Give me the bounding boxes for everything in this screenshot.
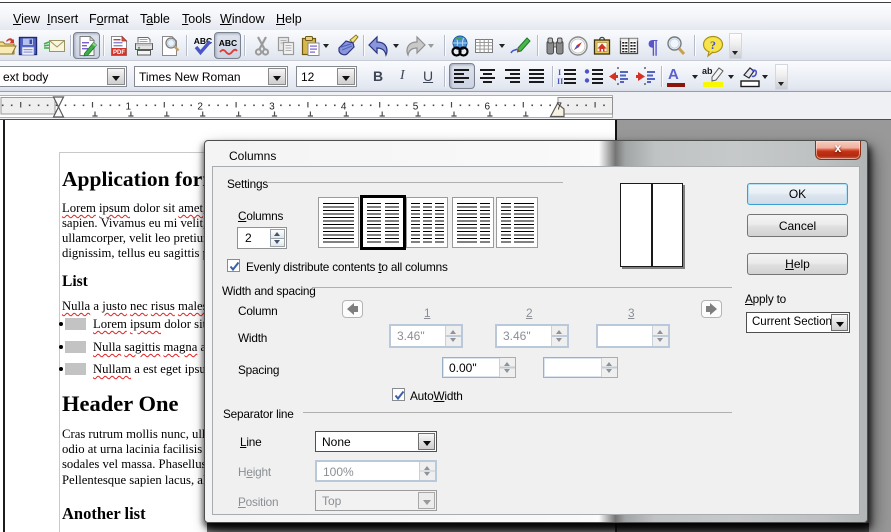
svg-text:2: 2	[197, 102, 203, 113]
svg-text:1: 1	[126, 102, 132, 113]
svg-text:3: 3	[269, 102, 275, 113]
svg-text:4: 4	[341, 102, 347, 113]
svg-text:5: 5	[413, 102, 419, 113]
svg-text:?: ?	[710, 38, 716, 52]
svg-text:7: 7	[556, 102, 562, 113]
svg-text:I: I	[558, 68, 561, 77]
svg-text:¶: ¶	[648, 36, 659, 58]
svg-text:ab: ab	[702, 66, 713, 76]
svg-text:II: II	[557, 77, 563, 86]
svg-text:PDF: PDF	[113, 50, 125, 56]
svg-text:ABC: ABC	[219, 38, 237, 48]
svg-text:6: 6	[485, 102, 491, 113]
